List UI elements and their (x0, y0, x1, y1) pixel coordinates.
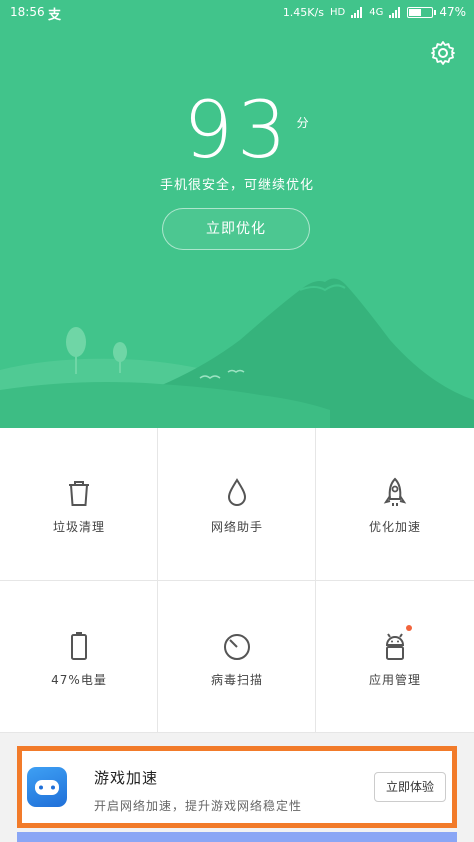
water-drop-icon (227, 478, 247, 506)
trash-icon (69, 481, 89, 506)
safety-status-text: 手机很安全，可继续优化 (159, 178, 314, 193)
signal-icon (389, 6, 401, 18)
tool-network-assistant[interactable]: 网络助手 (158, 428, 316, 580)
signal-icon (351, 6, 363, 18)
scan-icon (224, 634, 250, 660)
score-section: 93 分 手机很安全，可继续优化 (0, 88, 474, 193)
settings-gear-icon[interactable] (430, 40, 456, 66)
gamepad-icon (35, 780, 59, 795)
tool-virus-scan[interactable]: 病毒扫描 (158, 581, 316, 733)
status-time: 18:56 (10, 5, 45, 19)
notification-dot (406, 625, 412, 631)
tool-label: 网络助手 (210, 520, 263, 534)
net-speed: 1.45K/s (282, 5, 324, 19)
tool-label: 垃圾清理 (52, 520, 105, 534)
landscape-illustration (0, 278, 474, 428)
try-now-button[interactable]: 立即体验 (374, 772, 446, 802)
optimize-now-button[interactable]: 立即优化 (162, 208, 310, 250)
battery-icon (71, 632, 87, 660)
tools-grid: 垃圾清理 网络助手 优化加速 47%电量 病毒扫描 应用管理 (0, 428, 474, 733)
tool-label: 47%电量 (51, 673, 107, 687)
security-score: 93 分 (183, 86, 308, 176)
rocket-icon (383, 477, 407, 506)
game-boost-description: 开启网络加速，提升游戏网络稳定性 (94, 799, 303, 813)
battery-icon (407, 6, 437, 18)
tool-app-management[interactable]: 应用管理 (316, 581, 474, 733)
battery-percent: 47% (439, 5, 466, 19)
network-type: 4G (369, 6, 384, 18)
tool-speed-boost[interactable]: 优化加速 (316, 428, 474, 580)
game-boost-title: 游戏加速 (94, 769, 159, 787)
tool-battery[interactable]: 47%电量 (0, 581, 158, 733)
hd-badge: HD (329, 6, 346, 18)
tool-label: 病毒扫描 (210, 673, 263, 687)
tool-label: 优化加速 (368, 520, 421, 534)
tool-label: 应用管理 (368, 673, 421, 687)
tool-junk-cleanup[interactable]: 垃圾清理 (0, 428, 158, 580)
next-card-peek (17, 832, 457, 842)
hero-panel: 18:56 支 1.45K/s HD 4G 47% 93 分 手机很安全，可继续… (0, 0, 474, 428)
status-bar: 18:56 支 1.45K/s HD 4G 47% (0, 0, 474, 26)
score-value: 93 (183, 86, 291, 176)
game-boost-card[interactable]: 游戏加速 开启网络加速，提升游戏网络稳定性 立即体验 (17, 746, 457, 828)
score-unit: 分 (296, 116, 309, 130)
alipay-notification-icon: 支 (48, 8, 62, 23)
android-icon (385, 633, 405, 660)
game-boost-app-icon (27, 767, 67, 807)
